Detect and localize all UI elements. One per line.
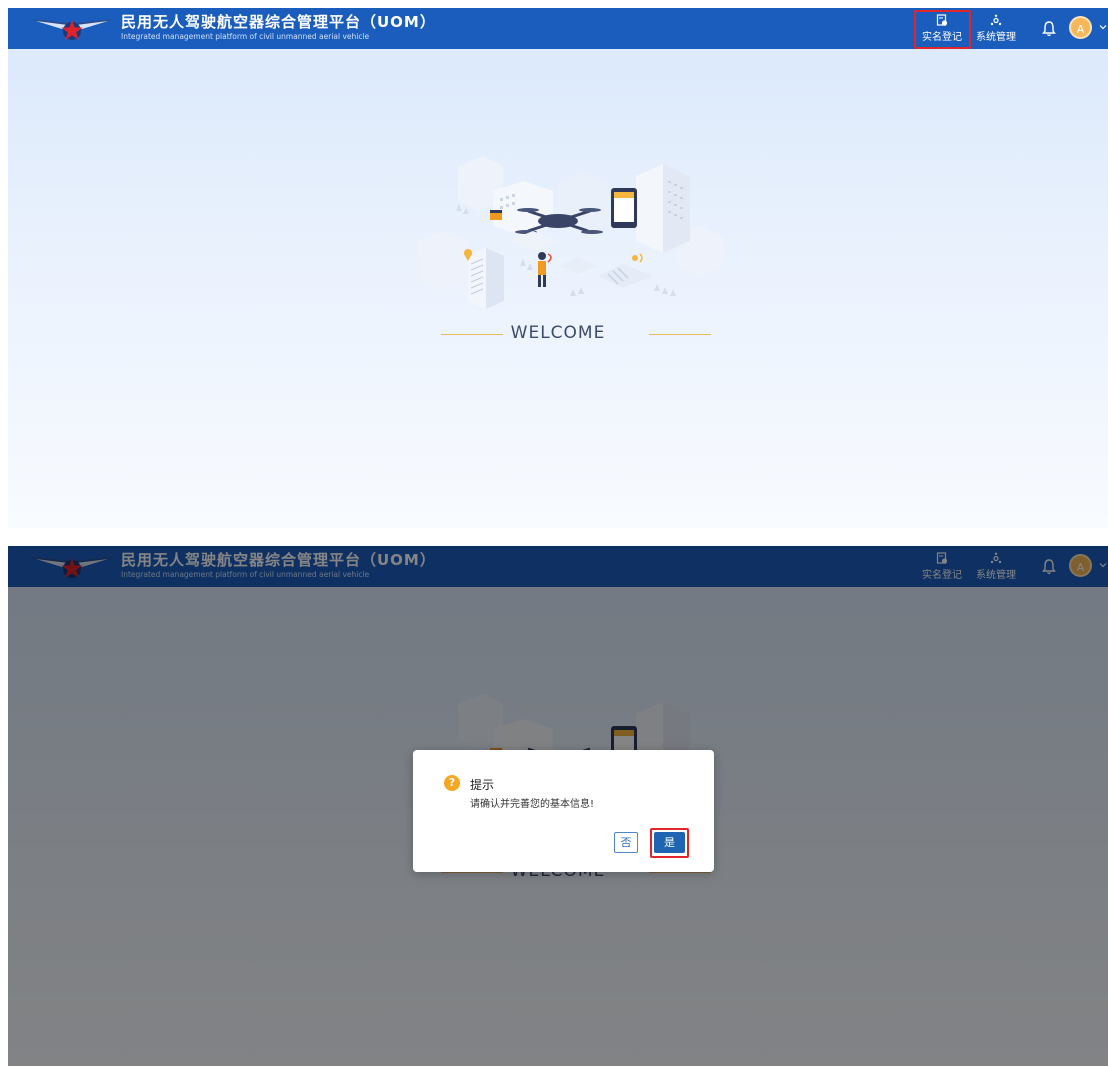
welcome-divider-right xyxy=(649,334,711,335)
caac-logo-icon xyxy=(30,19,114,40)
welcome-text: WELCOME xyxy=(510,323,606,343)
nav-system-label: 系统管理 xyxy=(976,32,1016,43)
dialog-message: 请确认并完善您的基本信息! xyxy=(470,799,595,810)
dialog-title: 提示 xyxy=(470,778,495,792)
highlight-realname xyxy=(914,10,971,49)
network-settings-icon xyxy=(974,14,1018,32)
chevron-down-icon[interactable] xyxy=(1098,22,1108,32)
highlight-yes-button xyxy=(650,828,689,858)
question-circle-icon: ? xyxy=(444,775,460,791)
platform-title: 民用无人驾驶航空器综合管理平台（UOM） xyxy=(121,13,436,31)
main-content: WELCOME xyxy=(8,8,1108,528)
drone-city-illustration xyxy=(418,156,723,309)
screen-confirm-dialog: WELCOME 民用无人驾驶航空器综合管理平台（UOM） Integrated … xyxy=(8,546,1108,1066)
bell-icon[interactable] xyxy=(1041,20,1057,38)
no-button[interactable]: 否 xyxy=(614,832,638,853)
confirm-dialog: ? 提示 请确认并完善您的基本信息! 否 是 xyxy=(413,750,714,872)
nav-system-management[interactable]: 系统管理 xyxy=(974,11,1018,46)
user-avatar[interactable]: A xyxy=(1069,16,1092,39)
screen-welcome: WELCOME 民用无人驾驶航空器综合管理平台（UOM） Integrated … xyxy=(8,8,1108,528)
platform-subtitle: Integrated management platform of civil … xyxy=(121,32,370,41)
